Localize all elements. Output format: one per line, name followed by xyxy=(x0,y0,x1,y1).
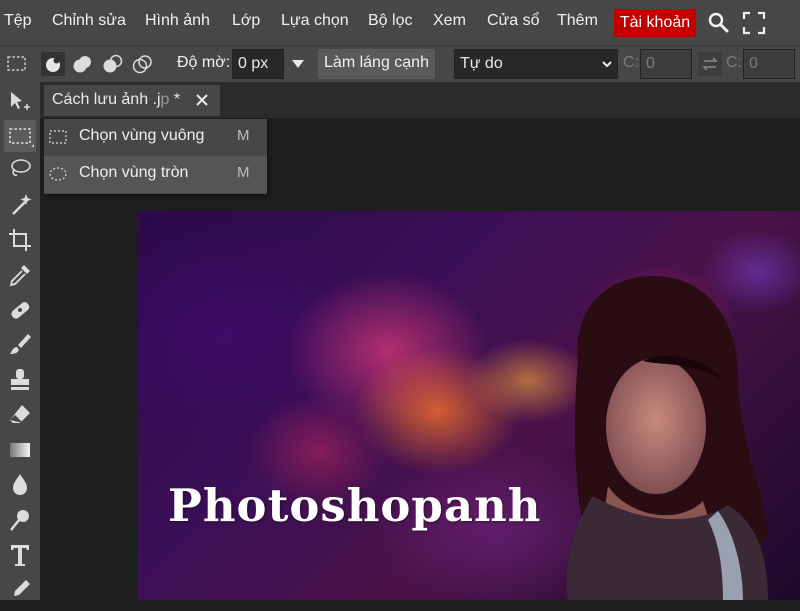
lasso-tool-icon[interactable] xyxy=(4,154,36,186)
chevron-down-icon xyxy=(602,61,612,68)
new-selection-icon[interactable] xyxy=(41,52,65,76)
document-tab-name: Cách lưu ảnh .j xyxy=(52,91,161,108)
flyout-item-ellipse-select[interactable]: Chọn vùng tròn M xyxy=(44,156,267,193)
document-tab-title: Cách lưu ảnh .jp * xyxy=(52,91,180,109)
menu-image[interactable]: Hình ảnh xyxy=(145,12,210,30)
gradient-tool-icon[interactable] xyxy=(4,434,36,466)
menu-file[interactable]: Tệp xyxy=(4,12,32,30)
dodge-tool-icon[interactable] xyxy=(4,504,36,536)
flyout-item-label: Chọn vùng vuông xyxy=(79,127,205,144)
marquee-tool-flyout: Chọn vùng vuông M Chọn vùng tròn M xyxy=(44,119,267,194)
flyout-item-rect-select[interactable]: Chọn vùng vuông M xyxy=(44,119,267,156)
eyedropper-tool-icon[interactable] xyxy=(4,259,36,291)
blur-tool-icon[interactable] xyxy=(4,469,36,501)
eraser-tool-icon[interactable] xyxy=(4,399,36,431)
add-selection-icon[interactable] xyxy=(70,52,94,76)
feather-input[interactable]: 0 px xyxy=(232,49,284,79)
menu-layer[interactable]: Lớp xyxy=(232,12,260,30)
brush-tool-icon[interactable] xyxy=(4,329,36,361)
options-bar: Độ mờ: 0 px Làm láng cạnh Tự do C: 0 C: … xyxy=(0,45,800,83)
selection-style-value: Tự do xyxy=(460,55,503,72)
marquee-option-icon[interactable] xyxy=(5,52,29,76)
document-tab[interactable]: Cách lưu ảnh .jp * xyxy=(44,85,220,116)
flyout-item-label: Chọn vùng tròn xyxy=(79,164,189,181)
menu-bar: Tệp Chỉnh sửa Hình ảnh Lớp Lựa chọn Bộ l… xyxy=(0,0,800,45)
smooth-edges-button[interactable]: Làm láng cạnh xyxy=(318,49,435,79)
flyout-item-shortcut: M xyxy=(237,127,250,144)
ellipse-select-icon xyxy=(49,167,67,181)
stamp-tool-icon[interactable] xyxy=(4,364,36,396)
menu-edit[interactable]: Chỉnh sửa xyxy=(52,12,126,30)
move-tool-icon[interactable] xyxy=(4,87,36,119)
watermark-text: Photoshopanh xyxy=(168,479,542,532)
menu-more[interactable]: Thêm xyxy=(557,12,598,30)
rectangle-select-icon xyxy=(49,130,67,144)
menu-window[interactable]: Cửa sổ xyxy=(487,12,540,30)
document-modified-marker: * xyxy=(173,91,181,108)
height-label: C: xyxy=(726,54,742,71)
woman-portrait-image xyxy=(566,276,768,600)
search-icon[interactable] xyxy=(706,10,732,36)
magic-wand-tool-icon[interactable] xyxy=(4,189,36,221)
width-label: C: xyxy=(623,54,639,71)
flyout-item-shortcut: M xyxy=(237,164,250,181)
account-button[interactable]: Tài khoản xyxy=(614,9,696,37)
menu-filter[interactable]: Bộ lọc xyxy=(368,12,412,30)
height-input[interactable]: 0 xyxy=(743,49,795,79)
intersect-selection-icon[interactable] xyxy=(130,52,154,76)
image-canvas[interactable]: Photoshopanh xyxy=(138,211,800,600)
fullscreen-icon[interactable] xyxy=(741,10,767,36)
type-tool-icon[interactable] xyxy=(4,539,36,571)
menu-select[interactable]: Lựa chọn xyxy=(281,12,349,30)
close-icon[interactable] xyxy=(194,92,210,108)
healing-tool-icon[interactable] xyxy=(4,294,36,326)
tool-bar xyxy=(0,82,40,600)
feather-label: Độ mờ: xyxy=(177,54,231,71)
crop-tool-icon[interactable] xyxy=(4,224,36,256)
marquee-tool-icon[interactable] xyxy=(4,120,36,152)
dropdown-arrow-icon[interactable] xyxy=(286,52,310,76)
document-tab-bar: Cách lưu ảnh .jp * xyxy=(40,82,800,118)
swap-icon[interactable] xyxy=(698,52,722,76)
pen-tool-icon[interactable] xyxy=(4,574,36,606)
menu-view[interactable]: Xem xyxy=(433,12,466,30)
document-tab-name-faded: p xyxy=(160,91,170,108)
width-input[interactable]: 0 xyxy=(640,49,692,79)
subtract-selection-icon[interactable] xyxy=(100,52,124,76)
selection-style-select[interactable]: Tự do xyxy=(454,49,618,79)
